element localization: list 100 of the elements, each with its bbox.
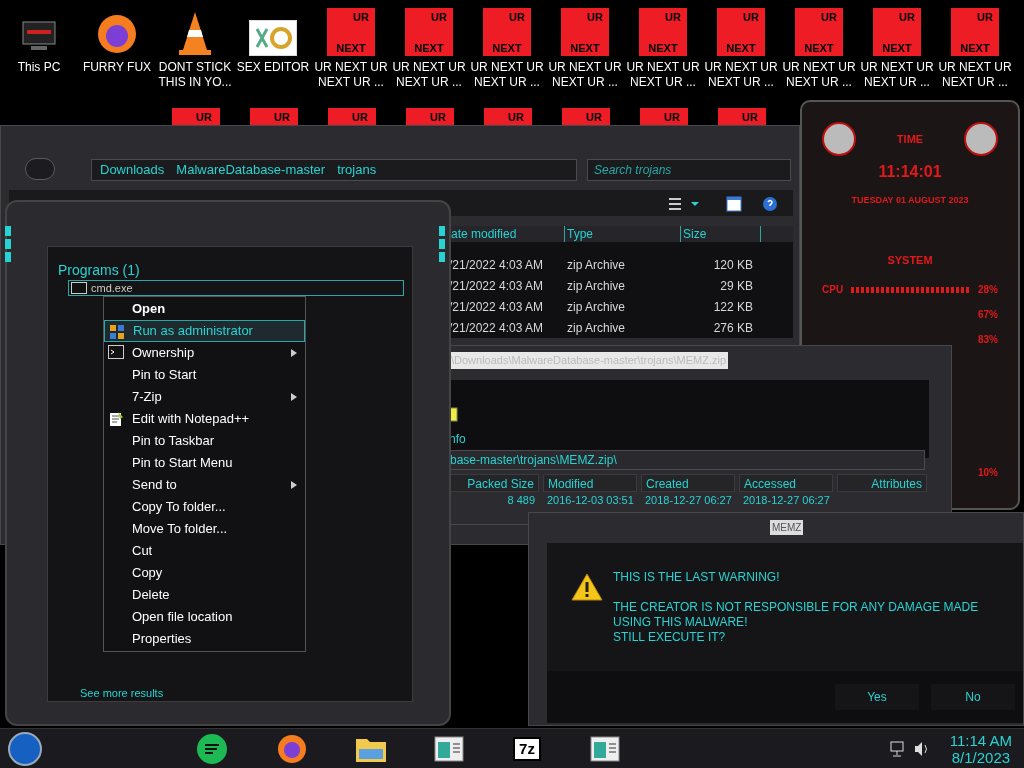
desktop-icon-label[interactable]: UR NEXT UR NEXT UR ... — [624, 60, 702, 90]
table-cell-text: 120 KB — [712, 256, 753, 274]
column-header[interactable]: Accessed — [739, 474, 833, 492]
column-header[interactable]: Size — [681, 226, 761, 242]
chat-app-icon[interactable] — [197, 733, 227, 764]
message-text: THIS IS THE LAST WARNING! — [613, 570, 781, 585]
menu-item[interactable]: Send to — [104, 474, 305, 496]
reading: 83% — [978, 333, 999, 347]
app-tile-icon[interactable]: UR — [562, 108, 610, 128]
table-cell-text: zip Archive — [566, 298, 627, 316]
window-icon[interactable] — [434, 735, 464, 762]
desktop-icon-label[interactable]: SEX EDITOR — [234, 60, 312, 75]
notepad-icon — [108, 411, 124, 427]
column-header[interactable]: Packed Size — [449, 474, 539, 492]
search-result[interactable]: cmd.exe — [68, 280, 404, 296]
console-icon — [108, 345, 124, 359]
volume-icon[interactable] — [913, 740, 930, 757]
desktop-icon-label[interactable]: UR NEXT UR NEXT UR ... — [546, 60, 624, 90]
archiver-icon[interactable]: 7z — [513, 736, 541, 761]
menu-item[interactable]: Copy — [104, 562, 305, 584]
tile-text: UR — [743, 10, 760, 23]
tile-text: UR — [509, 10, 526, 23]
desktop-icon-label[interactable]: UR NEXT UR NEXT UR ... — [468, 60, 546, 90]
tile-text: UR — [353, 10, 370, 23]
desktop-icon-label[interactable]: DONT STICK THIS IN YO... — [156, 60, 234, 90]
clock-date[interactable]: 8/1/2023 — [951, 748, 1011, 766]
tile-text: UR — [821, 10, 838, 23]
menu-item[interactable]: Copy To folder... — [104, 496, 305, 518]
see-more-link[interactable]: See more results — [80, 685, 164, 702]
tile-text: UR — [587, 10, 604, 23]
browser-icon[interactable] — [277, 733, 307, 764]
tile-text: NEXT — [570, 43, 600, 54]
clock-time[interactable]: 11:14 AM — [949, 731, 1012, 749]
breadcrumb-item[interactable]: trojans — [337, 160, 377, 180]
app-tile-icon[interactable]: UR — [718, 108, 766, 128]
app-tile-icon[interactable]: UR — [328, 108, 376, 128]
table-cell-text: 2016-12-03 03:51 — [546, 494, 635, 507]
search-field[interactable]: Search trojans — [587, 159, 791, 181]
tile-text: UR — [431, 10, 448, 23]
table-cell-text: zip Archive — [566, 256, 627, 274]
breadcrumb-item[interactable]: Downloads — [100, 160, 165, 180]
warning-icon — [571, 573, 603, 601]
menu-item[interactable]: Open file location — [104, 606, 305, 628]
menu-item[interactable]: 7-Zip — [104, 386, 305, 408]
reading: 67% — [978, 308, 999, 322]
menu-item[interactable]: Pin to Taskbar — [104, 430, 305, 452]
path-field[interactable]: base-master\trojans\MEMZ.zip\ — [449, 450, 925, 470]
menu-item[interactable]: Ownership — [104, 342, 305, 364]
app-tile-icon[interactable]: UR — [640, 108, 688, 128]
dialog-button[interactable]: Yes — [835, 684, 919, 710]
window-icon[interactable] — [590, 735, 620, 762]
shield-icon — [109, 324, 125, 340]
app-tile-icon[interactable]: UR — [484, 108, 532, 128]
column-header[interactable]: Attributes — [837, 474, 927, 492]
menu-item[interactable]: Delete — [104, 584, 305, 606]
menu-item[interactable]: Edit with Notepad++ — [104, 408, 305, 430]
column-header[interactable]: Type — [565, 226, 681, 242]
menu-item[interactable]: Open — [104, 298, 305, 320]
table-cell-text: 2018-12-27 06:27 — [742, 494, 831, 507]
column-header[interactable]: Modified — [543, 474, 637, 492]
desktop-icon-label[interactable]: UR NEXT UR NEXT UR ... — [780, 60, 858, 90]
tile-text: UR — [899, 10, 916, 23]
breadcrumb-item[interactable]: MalwareDatabase-master — [176, 160, 326, 180]
help-icon[interactable] — [762, 196, 778, 212]
accent-light — [5, 226, 11, 236]
desktop-icon-label[interactable]: UR NEXT UR NEXT UR ... — [858, 60, 936, 90]
accent-light — [5, 239, 11, 249]
desktop-icon-label[interactable]: UR NEXT UR NEXT UR ... — [390, 60, 468, 90]
tile-text: NEXT — [726, 43, 756, 54]
app-tile-icon[interactable]: UR — [172, 108, 220, 128]
address-bar[interactable]: Downloads MalwareDatabase-master trojans — [91, 159, 577, 181]
menu-item[interactable]: Pin to Start — [104, 364, 305, 386]
desktop-icon-label[interactable]: This PC — [0, 60, 78, 75]
tile-text: NEXT — [414, 43, 444, 54]
view-options-icon[interactable] — [669, 197, 699, 211]
menu-item[interactable]: Cut — [104, 540, 305, 562]
cpu-label: CPU — [822, 283, 844, 297]
table-cell-text: 2018-12-27 06:27 — [644, 494, 733, 507]
accent-light — [439, 226, 445, 236]
dialog-button[interactable]: No — [931, 684, 1015, 710]
network-icon[interactable] — [889, 740, 906, 757]
widget-title: SYSTEM — [887, 252, 933, 268]
table-cell-text: 8 489 — [506, 494, 536, 507]
desktop-icon-label[interactable]: UR NEXT UR NEXT UR ... — [936, 60, 1014, 90]
app-tile-icon[interactable]: UR — [406, 108, 454, 128]
menu-item[interactable]: Move To folder... — [104, 518, 305, 540]
reading: 10% — [978, 466, 999, 480]
menu-item[interactable]: Run as administrator — [104, 320, 305, 342]
start-button[interactable] — [8, 731, 42, 766]
group-heading: Programs (1) — [58, 261, 140, 280]
table-cell-text: zip Archive — [566, 319, 627, 337]
desktop-icon-label[interactable]: UR NEXT UR NEXT UR ... — [702, 60, 780, 90]
column-header[interactable]: Created — [641, 474, 735, 492]
preview-pane-icon[interactable] — [726, 196, 742, 212]
menu-item[interactable]: Pin to Start Menu — [104, 452, 305, 474]
desktop-icon-label[interactable]: FURRY FUX — [78, 60, 156, 75]
app-tile-icon[interactable]: UR — [250, 108, 298, 128]
menu-item[interactable]: Properties — [104, 628, 305, 650]
console-icon — [71, 282, 87, 294]
desktop-icon-label[interactable]: UR NEXT UR NEXT UR ... — [312, 60, 390, 90]
